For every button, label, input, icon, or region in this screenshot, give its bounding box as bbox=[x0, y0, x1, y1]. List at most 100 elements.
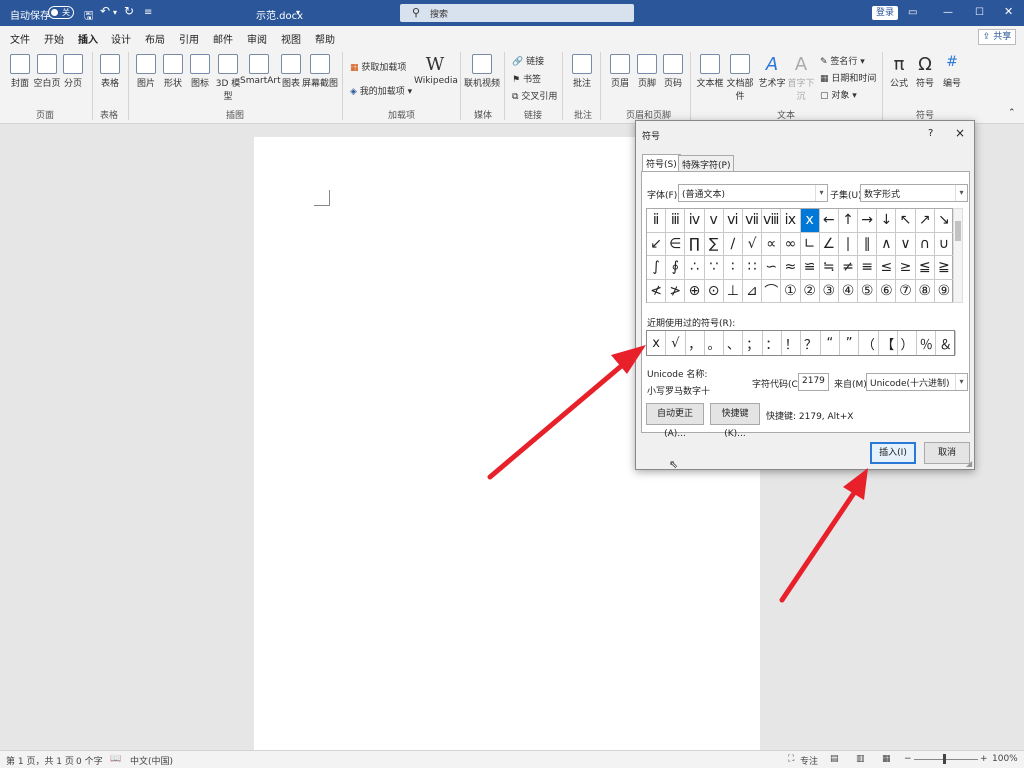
symbol-cell[interactable]: ← bbox=[819, 209, 839, 233]
symbol-cell[interactable]: ④ bbox=[838, 279, 859, 304]
symbol-cell[interactable]: ∈ bbox=[666, 232, 686, 257]
equation-button[interactable]: π 公式 bbox=[886, 54, 912, 89]
pictures-button[interactable]: 图片 bbox=[134, 54, 158, 89]
page-break-button[interactable]: 分页 bbox=[60, 54, 86, 89]
object-button[interactable]: ▢ 对象 ▾ bbox=[820, 88, 857, 101]
symbol-cell[interactable]: ∪ bbox=[934, 232, 954, 257]
recent-symbol-cell[interactable]: ⅹ bbox=[647, 331, 667, 355]
symbol-cell[interactable]: ⅷ bbox=[762, 209, 782, 233]
cross-reference-button[interactable]: ⧉ 交叉引用 bbox=[512, 89, 557, 102]
recent-symbol-cell[interactable]: ” bbox=[840, 331, 860, 355]
wikipedia-button[interactable]: W Wikipedia bbox=[414, 54, 458, 86]
symbol-cell[interactable]: ∟ bbox=[800, 232, 820, 257]
shortcut-key-button[interactable]: 快捷键(K)... bbox=[710, 403, 760, 439]
symbol-cell[interactable]: ⅳ bbox=[685, 209, 705, 233]
menu-view[interactable]: 视图 bbox=[281, 31, 301, 46]
blank-page-button[interactable]: 空白页 bbox=[32, 54, 62, 89]
online-video-button[interactable]: 联机视频 bbox=[464, 54, 500, 89]
header-button[interactable]: 页眉 bbox=[608, 54, 632, 89]
symbol-cell[interactable]: ∏ bbox=[685, 232, 705, 257]
symbol-cell[interactable]: ≈ bbox=[781, 256, 801, 280]
symbol-grid-scrollbar[interactable] bbox=[953, 208, 963, 303]
smartart-button[interactable]: SmartArt bbox=[240, 54, 281, 86]
symbol-cell[interactable]: ① bbox=[781, 279, 801, 304]
symbol-cell[interactable]: ⅸ bbox=[781, 209, 801, 233]
drop-cap-button[interactable]: A 首字下沉 bbox=[786, 54, 816, 102]
symbol-cell[interactable]: ⊥ bbox=[723, 279, 743, 304]
autocorrect-button[interactable]: 自动更正(A)... bbox=[646, 403, 704, 439]
footer-button[interactable]: 页脚 bbox=[635, 54, 659, 89]
font-dropdown[interactable]: (普通文本) ▾ bbox=[678, 184, 828, 202]
recent-symbol-cell[interactable]: ？ bbox=[801, 331, 821, 355]
proofing-icon[interactable]: 📖 bbox=[110, 754, 121, 764]
symbol-cell[interactable]: ⑤ bbox=[858, 279, 878, 304]
language[interactable]: 中文(中国) bbox=[130, 754, 173, 767]
wordart-button[interactable]: A 艺术字 bbox=[758, 54, 786, 89]
text-box-button[interactable]: 文本框 bbox=[696, 54, 724, 89]
symbol-cell[interactable]: ≠ bbox=[838, 256, 859, 280]
symbol-cell[interactable]: ∝ bbox=[762, 232, 782, 257]
recent-symbol-cell[interactable]: ） bbox=[898, 331, 918, 355]
get-addins-button[interactable]: ▦ 获取加载项 bbox=[350, 60, 406, 73]
menu-mailings[interactable]: 邮件 bbox=[213, 31, 233, 46]
resize-grip-icon[interactable]: ◢ bbox=[966, 459, 972, 468]
recent-symbol-cell[interactable]: √ bbox=[666, 331, 686, 355]
symbol-cell[interactable]: ⑧ bbox=[915, 279, 935, 304]
recent-symbol-cell[interactable]: ＆ bbox=[936, 331, 956, 355]
symbol-cell[interactable]: ⅶ bbox=[742, 209, 763, 233]
symbol-cell[interactable]: ↙ bbox=[647, 232, 667, 257]
symbol-cell[interactable]: ⊕ bbox=[685, 279, 705, 304]
undo-icon[interactable]: ↶ bbox=[100, 4, 110, 18]
menu-review[interactable]: 审阅 bbox=[247, 31, 267, 46]
login-button[interactable]: 登录 bbox=[872, 6, 898, 20]
tab-symbols[interactable]: 符号(S) bbox=[642, 154, 681, 171]
chart-button[interactable]: 图表 bbox=[280, 54, 302, 89]
autosave-toggle[interactable]: 关 bbox=[48, 6, 74, 19]
scrollbar-thumb[interactable] bbox=[955, 221, 961, 241]
recent-symbol-cell[interactable]: 。 bbox=[705, 331, 725, 355]
zoom-slider[interactable] bbox=[914, 759, 978, 760]
recent-symbol-cell[interactable]: ！ bbox=[782, 331, 802, 355]
menu-file[interactable]: 文件 bbox=[10, 31, 30, 46]
symbol-cell[interactable]: ⑦ bbox=[896, 279, 916, 304]
search-box[interactable]: ⚲ 搜索 bbox=[400, 4, 634, 22]
menu-references[interactable]: 引用 bbox=[179, 31, 199, 46]
maximize-icon[interactable]: ☐ bbox=[975, 7, 984, 18]
undo-dropdown-icon[interactable]: ▾ bbox=[113, 8, 117, 17]
symbol-cell[interactable]: ≤ bbox=[877, 256, 897, 280]
zoom-out-icon[interactable]: − bbox=[904, 754, 912, 764]
ribbon-display-options-icon[interactable]: ▭ bbox=[908, 7, 917, 18]
insert-button[interactable]: 插入(I) bbox=[870, 442, 916, 464]
symbol-cell[interactable]: ∕ bbox=[723, 232, 743, 257]
symbol-cell[interactable]: ≌ bbox=[800, 256, 820, 280]
signature-line-button[interactable]: ✎ 签名行 ▾ bbox=[820, 54, 865, 67]
minimize-icon[interactable]: — bbox=[943, 7, 953, 18]
document-name-chevron-icon[interactable]: ▾ bbox=[296, 8, 300, 17]
screenshot-button[interactable]: 屏幕截图 bbox=[302, 54, 338, 89]
redo-icon[interactable]: ↻ bbox=[124, 4, 134, 18]
symbol-cell[interactable]: ≒ bbox=[819, 256, 839, 280]
symbol-cell[interactable]: ∠ bbox=[819, 232, 839, 257]
symbol-cell[interactable]: ≥ bbox=[896, 256, 916, 280]
web-layout-icon[interactable]: ▦ bbox=[882, 754, 891, 764]
menu-help[interactable]: 帮助 bbox=[315, 31, 335, 46]
symbol-cell[interactable]: ≮ bbox=[647, 279, 667, 304]
symbol-cell[interactable]: ≯ bbox=[666, 279, 686, 304]
symbol-cell[interactable]: ⅱ bbox=[647, 209, 667, 233]
symbol-cell[interactable]: ∑ bbox=[704, 232, 724, 257]
recent-symbol-cell[interactable]: ， bbox=[686, 331, 705, 355]
char-code-input[interactable]: 2179 bbox=[798, 373, 829, 391]
bookmark-button[interactable]: ⚑ 书签 bbox=[512, 72, 541, 85]
symbol-cell[interactable]: ↗ bbox=[915, 209, 935, 233]
share-button[interactable]: ⇪ 共享 bbox=[978, 29, 1016, 45]
focus-label[interactable]: 专注 bbox=[800, 754, 818, 767]
symbol-cell[interactable]: ≡ bbox=[858, 256, 878, 280]
collapse-ribbon-icon[interactable]: ⌃ bbox=[1008, 108, 1016, 118]
from-dropdown[interactable]: Unicode(十六进制) ▾ bbox=[866, 373, 968, 391]
symbol-cell[interactable]: √ bbox=[742, 232, 763, 257]
symbol-cell[interactable]: ∥ bbox=[858, 232, 878, 257]
cancel-button[interactable]: 取消 bbox=[924, 442, 970, 464]
symbol-cell[interactable]: ↓ bbox=[877, 209, 897, 233]
symbol-cell[interactable]: ∵ bbox=[704, 256, 724, 280]
symbol-cell[interactable]: ∨ bbox=[896, 232, 916, 257]
